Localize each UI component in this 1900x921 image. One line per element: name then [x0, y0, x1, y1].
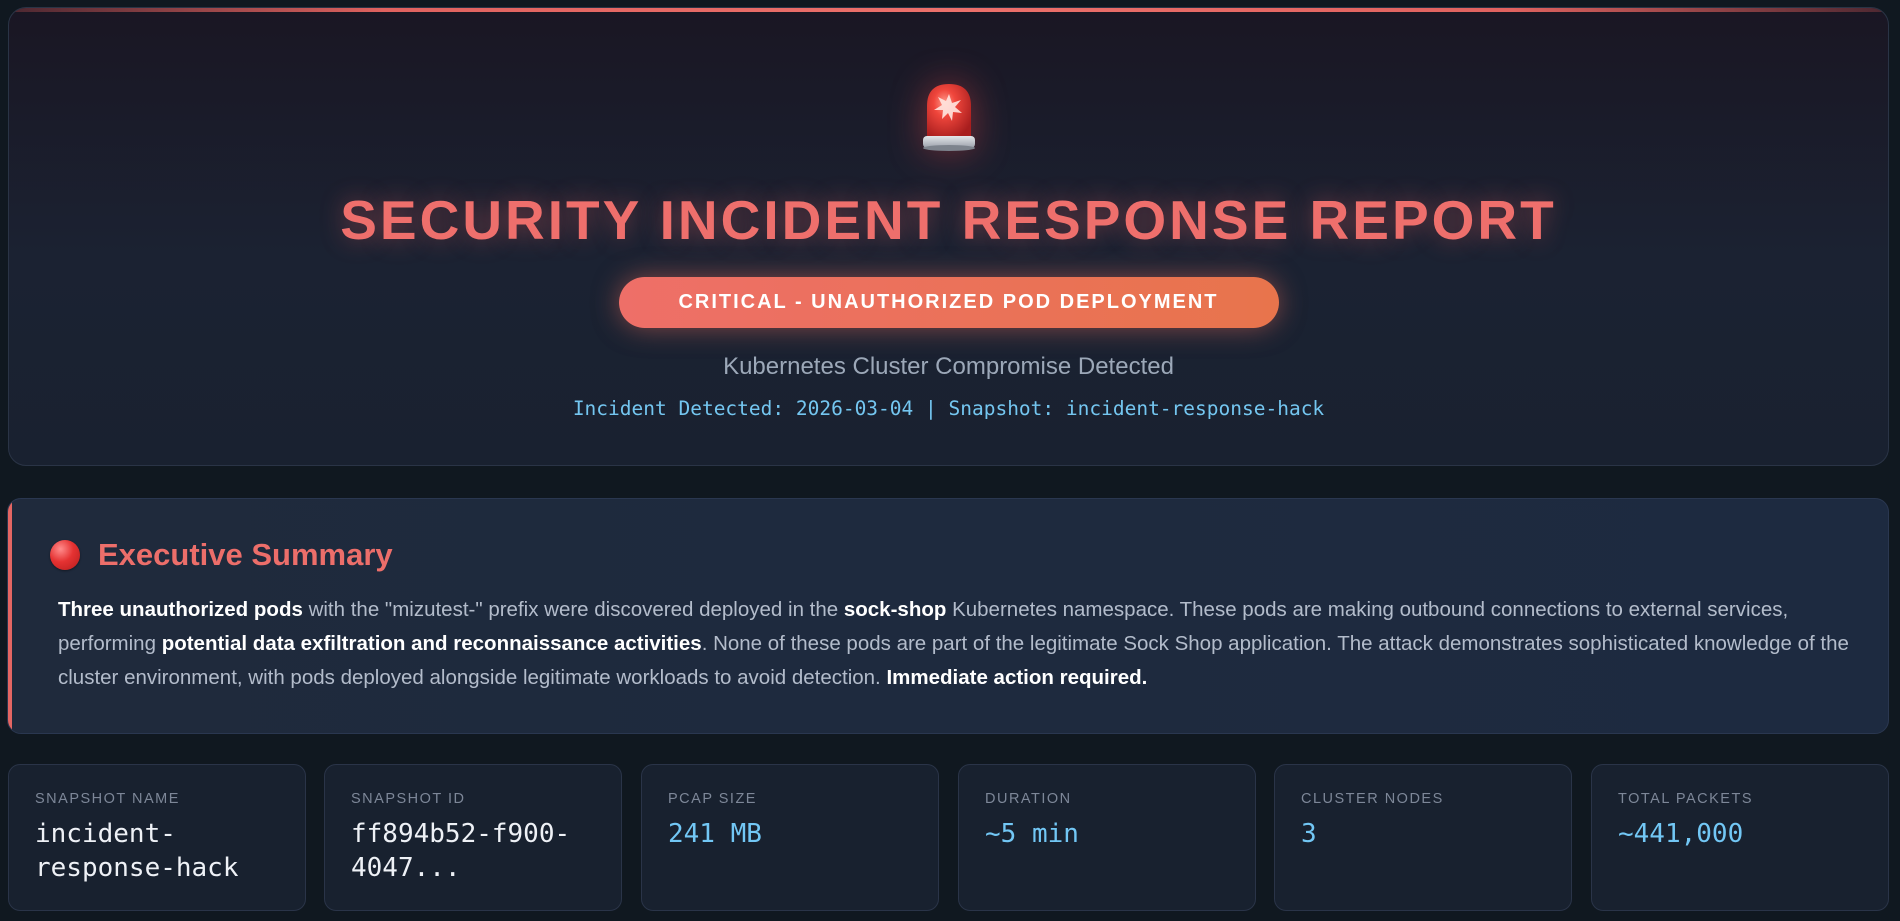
stat-value: ff894b52-f900-4047...	[351, 819, 571, 883]
report-title: SECURITY INCIDENT RESPONSE REPORT	[340, 189, 1557, 251]
summary-emphasis: sock-shop	[843, 598, 947, 621]
stat-value: 241 MB	[668, 819, 762, 849]
stat-card-duration: DURATION ~5 min	[958, 764, 1256, 911]
stat-label: CLUSTER NODES	[1301, 791, 1444, 807]
siren-icon	[922, 84, 975, 151]
summary-text: Three unauthorized pods with the "mizute…	[58, 593, 1868, 695]
incident-meta: Incident Detected: 2026-03-04 | Snapshot…	[572, 397, 1325, 420]
stat-label: TOTAL PACKETS	[1618, 791, 1753, 807]
red-circle-icon	[50, 540, 80, 570]
stat-value: ~5 min	[985, 819, 1079, 849]
summary-heading: Executive Summary	[50, 537, 393, 573]
summary-accent-bar	[8, 499, 12, 733]
header-accent-line	[9, 8, 1888, 12]
stat-card-pcap-size: PCAP SIZE 241 MB	[641, 764, 939, 911]
stat-label: PCAP SIZE	[668, 791, 757, 807]
summary-emphasis: potential data exfiltration and reconnai…	[161, 632, 702, 655]
stat-card-snapshot-id: SNAPSHOT ID ff894b52-f900-4047...	[324, 764, 622, 911]
stat-value: ~441,000	[1618, 819, 1744, 849]
report-header: SECURITY INCIDENT RESPONSE REPORT CRITIC…	[8, 7, 1889, 466]
severity-badge: CRITICAL - UNAUTHORIZED POD DEPLOYMENT	[618, 277, 1279, 328]
summary-emphasis: Three unauthorized pods	[58, 598, 303, 621]
stat-label: SNAPSHOT ID	[351, 791, 466, 807]
stat-label: SNAPSHOT NAME	[35, 791, 180, 807]
stat-value: 3	[1301, 819, 1317, 849]
stat-value: incident-response-hack	[35, 819, 239, 883]
summary-title: Executive Summary	[98, 537, 393, 572]
stat-card-cluster-nodes: CLUSTER NODES 3	[1274, 764, 1572, 911]
stat-card-total-packets: TOTAL PACKETS ~441,000	[1591, 764, 1889, 911]
stat-label: DURATION	[985, 791, 1072, 807]
report-page: SECURITY INCIDENT RESPONSE REPORT CRITIC…	[0, 0, 1900, 921]
summary-emphasis: Immediate action required.	[886, 666, 1148, 689]
stat-card-snapshot-name: SNAPSHOT NAME incident-response-hack	[8, 764, 306, 911]
report-subtitle: Kubernetes Cluster Compromise Detected	[723, 353, 1174, 380]
summary-text-part: with the "mizutest-" prefix were discove…	[302, 598, 844, 621]
